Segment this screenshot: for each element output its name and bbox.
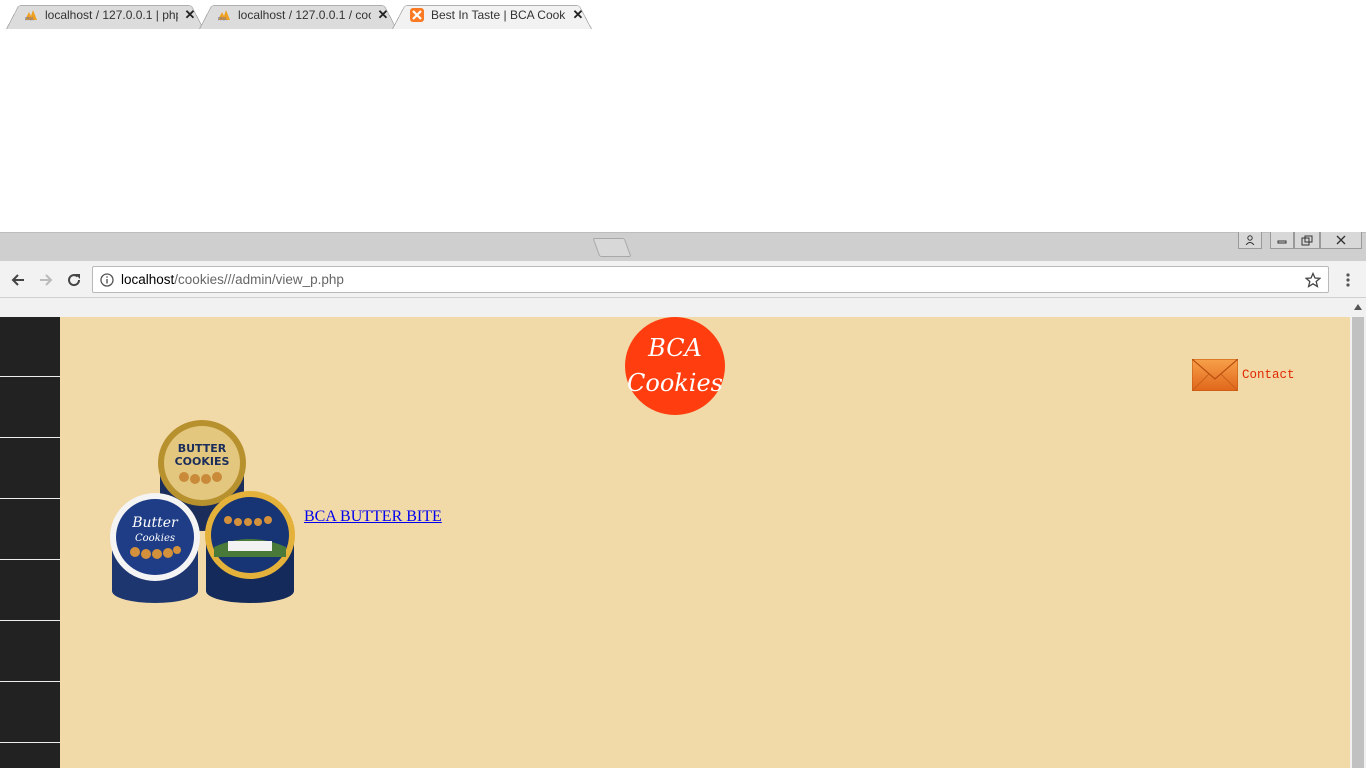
scroll-up-arrow-icon[interactable] bbox=[1350, 301, 1366, 313]
sidebar-item[interactable] bbox=[0, 683, 60, 743]
url-path: /cookies///admin/view_p.php bbox=[174, 272, 344, 287]
info-icon[interactable] bbox=[99, 272, 115, 288]
svg-text:Cookies: Cookies bbox=[135, 533, 175, 544]
logo-line-1: BCA bbox=[648, 334, 702, 362]
phpmyadmin-icon: PMA bbox=[218, 10, 230, 22]
tab-title: localhost / 127.0.0.1 / coo bbox=[238, 8, 371, 22]
xampp-icon bbox=[410, 8, 424, 22]
sidebar-item[interactable] bbox=[0, 622, 60, 682]
browser-tab-3[interactable]: Best In Taste | BCA Cooki ✕ bbox=[392, 1, 592, 30]
svg-text:COOKIES: COOKIES bbox=[175, 455, 230, 468]
back-arrow-icon[interactable] bbox=[7, 269, 29, 291]
reload-icon[interactable] bbox=[63, 269, 85, 291]
address-bar[interactable]: localhost/cookies///admin/view_p.php bbox=[92, 266, 1329, 293]
restore-icon[interactable] bbox=[1294, 232, 1320, 249]
svg-text:Butter: Butter bbox=[131, 515, 179, 531]
tab-title: localhost / 127.0.0.1 | php bbox=[45, 8, 178, 22]
phpmyadmin-icon: PMA bbox=[25, 10, 37, 22]
page-top-gap bbox=[0, 298, 1366, 317]
scrollbar-thumb[interactable] bbox=[1352, 317, 1364, 768]
sidebar-item[interactable] bbox=[0, 744, 60, 768]
browser-tab-2[interactable]: PMA localhost / 127.0.0.1 / coo ✕ bbox=[199, 1, 397, 30]
url-host: localhost bbox=[121, 272, 175, 287]
window-close-icon[interactable] bbox=[1320, 232, 1362, 249]
product-link[interactable]: BCA BUTTER BITE bbox=[304, 508, 442, 526]
svg-text:PMA: PMA bbox=[218, 17, 227, 22]
forward-arrow-icon[interactable] bbox=[35, 269, 57, 291]
svg-text:PMA: PMA bbox=[25, 17, 34, 22]
butter-cookies-tins-image[interactable]: BUTTER COOKIES Butter Cookies bbox=[110, 419, 296, 607]
menu-kebab-icon[interactable] bbox=[1340, 269, 1356, 291]
logo-line-2: Cookies bbox=[627, 369, 723, 397]
tab-title: Best In Taste | BCA Cooki bbox=[431, 8, 566, 22]
sidebar-item[interactable] bbox=[0, 500, 60, 560]
new-tab-button[interactable] bbox=[592, 238, 632, 257]
tab-strip bbox=[0, 232, 1366, 261]
site-logo[interactable]: BCA Cookies bbox=[625, 317, 725, 415]
contact-link[interactable]: Contact bbox=[1192, 359, 1295, 391]
scrollbar[interactable] bbox=[1350, 298, 1366, 768]
sidebar-item[interactable] bbox=[0, 317, 60, 377]
minimize-icon[interactable] bbox=[1270, 232, 1294, 249]
sidebar-item[interactable] bbox=[0, 378, 60, 438]
page-content: BCA Cookies Contact BUTTER COOKIES Butte… bbox=[0, 317, 1350, 768]
browser-toolbar: localhost/cookies///admin/view_p.php bbox=[0, 261, 1366, 298]
close-icon[interactable]: ✕ bbox=[182, 7, 198, 23]
sidebar-item[interactable] bbox=[0, 439, 60, 499]
svg-text:BUTTER: BUTTER bbox=[178, 442, 227, 455]
close-icon[interactable]: ✕ bbox=[375, 7, 391, 23]
close-icon[interactable]: ✕ bbox=[570, 7, 586, 23]
envelope-icon bbox=[1192, 359, 1238, 391]
sidebar-item[interactable] bbox=[0, 561, 60, 621]
sidebar bbox=[0, 317, 60, 768]
bookmark-star-icon[interactable] bbox=[1304, 271, 1322, 289]
contact-label: Contact bbox=[1242, 368, 1295, 382]
profile-icon[interactable] bbox=[1238, 232, 1262, 249]
browser-tab-1[interactable]: PMA localhost / 127.0.0.1 | php ✕ bbox=[6, 1, 204, 30]
